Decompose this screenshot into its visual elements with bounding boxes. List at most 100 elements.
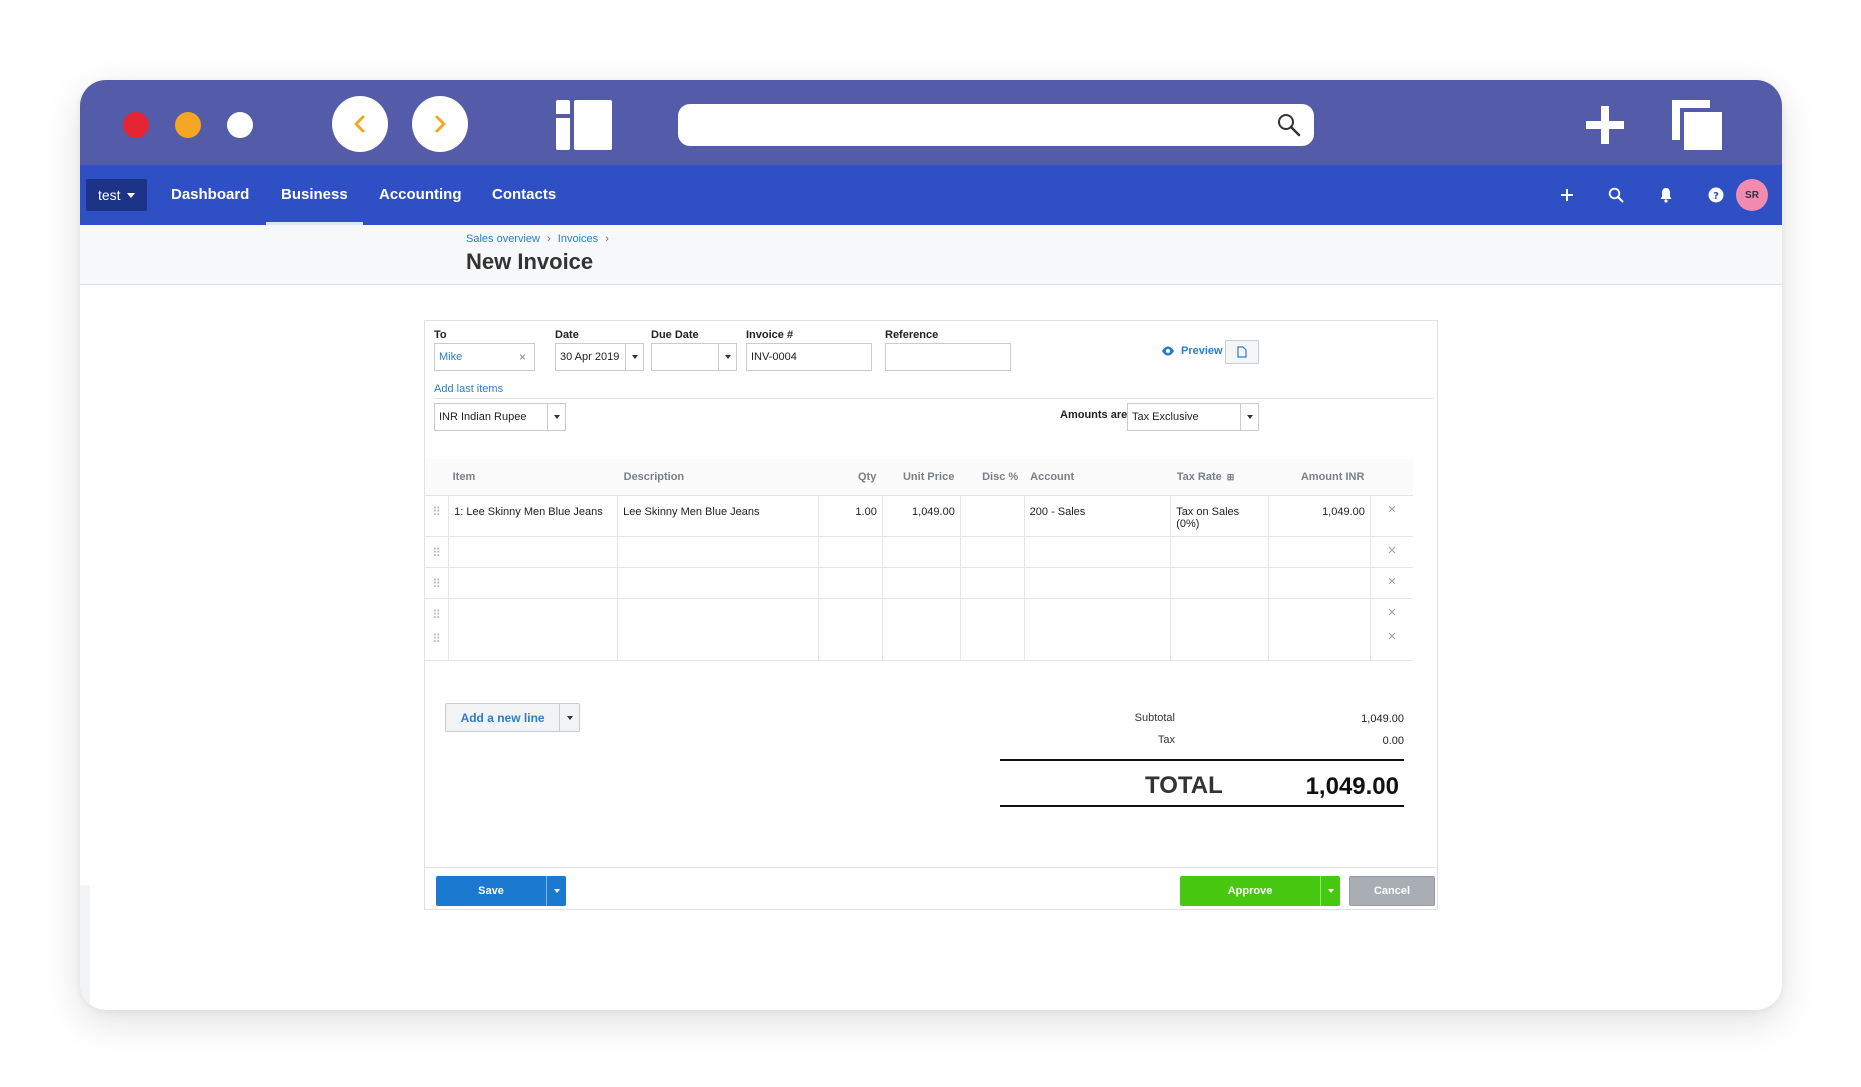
minimize-window-button[interactable] (175, 112, 201, 138)
cell-amount[interactable] (1268, 567, 1371, 599)
save-options-button[interactable] (546, 876, 566, 906)
add-line-dropdown-button[interactable] (559, 704, 579, 731)
currency-dropdown-button[interactable] (547, 404, 565, 430)
invoice-actions: Save Approve Cancel (425, 867, 1437, 911)
tax-info-icon[interactable]: ⊞ (1227, 472, 1235, 482)
delete-row-icon[interactable]: × (1370, 567, 1413, 599)
nav-dashboard[interactable]: Dashboard (171, 165, 249, 225)
close-window-button[interactable] (123, 112, 149, 138)
cell-description[interactable] (617, 598, 820, 661)
cell-disc[interactable] (960, 536, 1025, 568)
nav-add-button[interactable] (1552, 165, 1582, 225)
cell-unit-price[interactable] (882, 567, 961, 599)
drag-handle-icon[interactable]: ⠿ (425, 495, 450, 537)
add-last-items-link[interactable]: Add last items (434, 383, 503, 395)
cell-tax-rate[interactable]: Tax on Sales (0%) (1170, 495, 1270, 537)
nav-notifications-button[interactable] (1651, 165, 1681, 225)
due-date-label: Due Date (651, 329, 699, 341)
address-bar[interactable] (678, 104, 1314, 146)
column-header-unit-price: Unit Price (882, 459, 961, 496)
cell-unit-price[interactable] (882, 598, 961, 661)
cell-qty[interactable] (818, 567, 883, 599)
approve-button[interactable]: Approve (1180, 876, 1340, 906)
caret-down-icon (724, 355, 731, 359)
cell-qty[interactable]: 1.00 (818, 495, 883, 537)
caret-down-icon (1327, 889, 1334, 893)
breadcrumb-invoices[interactable]: Invoices (558, 233, 598, 245)
drag-handle-icon[interactable]: ⠿ (425, 567, 450, 599)
attach-file-button[interactable] (1225, 340, 1259, 364)
cell-item[interactable] (448, 536, 619, 568)
caret-down-icon (1246, 415, 1253, 419)
cell-amount[interactable] (1268, 598, 1371, 661)
avatar[interactable]: SR (1736, 179, 1768, 211)
new-tab-icon[interactable] (1580, 100, 1630, 150)
nav-search-button[interactable] (1601, 165, 1631, 225)
nav-contacts[interactable]: Contacts (492, 165, 556, 225)
org-switcher[interactable]: test (86, 179, 147, 211)
approve-options-button[interactable] (1320, 876, 1340, 906)
cell-tax-rate[interactable] (1170, 567, 1270, 599)
cell-qty[interactable] (818, 598, 883, 661)
delete-row-icon[interactable]: × (1370, 536, 1413, 568)
cancel-button[interactable]: Cancel (1349, 876, 1435, 906)
cell-description[interactable] (617, 567, 820, 599)
cell-unit-price[interactable]: 1,049.00 (882, 495, 961, 537)
drag-handle-icon[interactable]: ⠿ ⠿ (425, 598, 450, 661)
cell-item[interactable] (448, 567, 619, 599)
add-new-line-button[interactable]: Add a new line (445, 703, 580, 732)
nav-accounting[interactable]: Accounting (379, 165, 462, 225)
forward-button[interactable] (412, 96, 468, 152)
cell-tax-rate[interactable] (1170, 536, 1270, 568)
cell-account[interactable] (1024, 536, 1172, 568)
delete-row-icon[interactable]: × × (1370, 598, 1413, 661)
tax-value: 0.00 (1382, 735, 1404, 747)
due-date-dropdown-button[interactable] (718, 344, 736, 370)
amounts-are-dropdown-button[interactable] (1240, 404, 1258, 430)
cell-disc[interactable] (960, 567, 1025, 599)
due-date-field[interactable] (651, 343, 737, 371)
cell-item[interactable] (448, 598, 619, 661)
cell-item[interactable]: 1: Lee Skinny Men Blue Jeans (448, 495, 619, 537)
cell-tax-rate[interactable] (1170, 598, 1270, 661)
drag-handle-icon[interactable]: ⠿ (425, 536, 450, 568)
reference-field[interactable] (885, 343, 1011, 371)
cell-account[interactable] (1024, 598, 1172, 661)
clear-icon[interactable]: × (519, 350, 526, 364)
amounts-are-select[interactable]: Tax Exclusive (1127, 403, 1259, 431)
currency-select[interactable]: INR Indian Rupee (434, 403, 566, 431)
caret-down-icon (553, 415, 560, 419)
breadcrumb: Sales overview › Invoices › (466, 233, 613, 245)
page-edge (80, 885, 90, 1010)
cell-account[interactable] (1024, 567, 1172, 599)
sidebar-toggle-icon[interactable] (556, 100, 612, 150)
back-button[interactable] (332, 96, 388, 152)
total-underline (1000, 805, 1404, 807)
tabs-overview-icon[interactable] (1668, 96, 1726, 154)
to-field[interactable]: Mike × (434, 343, 535, 371)
cell-amount[interactable]: 1,049.00 (1268, 495, 1371, 537)
cell-description[interactable]: Lee Skinny Men Blue Jeans (617, 495, 820, 537)
cell-description[interactable] (617, 536, 820, 568)
zoom-window-button[interactable] (227, 112, 253, 138)
date-label: Date (555, 329, 579, 341)
invoice-panel: To Mike × Date 30 Apr 2019 Due Date Invo… (424, 320, 1438, 910)
amounts-are-label: Amounts are (1060, 409, 1128, 421)
delete-row-icon[interactable]: × (1370, 495, 1413, 537)
table-row: ⠿ 1: Lee Skinny Men Blue Jeans Lee Skinn… (425, 495, 1413, 537)
cell-amount[interactable] (1268, 536, 1371, 568)
cell-unit-price[interactable] (882, 536, 961, 568)
breadcrumb-sales-overview[interactable]: Sales overview (466, 233, 540, 245)
nav-help-button[interactable]: ? (1701, 165, 1731, 225)
cell-disc[interactable] (960, 495, 1025, 537)
save-button[interactable]: Save (436, 876, 566, 906)
cell-qty[interactable] (818, 536, 883, 568)
date-dropdown-button[interactable] (625, 344, 643, 370)
plus-icon (1561, 189, 1573, 201)
nav-business[interactable]: Business (266, 165, 363, 225)
cell-disc[interactable] (960, 598, 1025, 661)
date-field[interactable]: 30 Apr 2019 (555, 343, 644, 371)
invoice-number-field[interactable]: INV-0004 (746, 343, 872, 371)
cell-account[interactable]: 200 - Sales (1024, 495, 1172, 537)
preview-link[interactable]: Preview (1161, 345, 1223, 357)
